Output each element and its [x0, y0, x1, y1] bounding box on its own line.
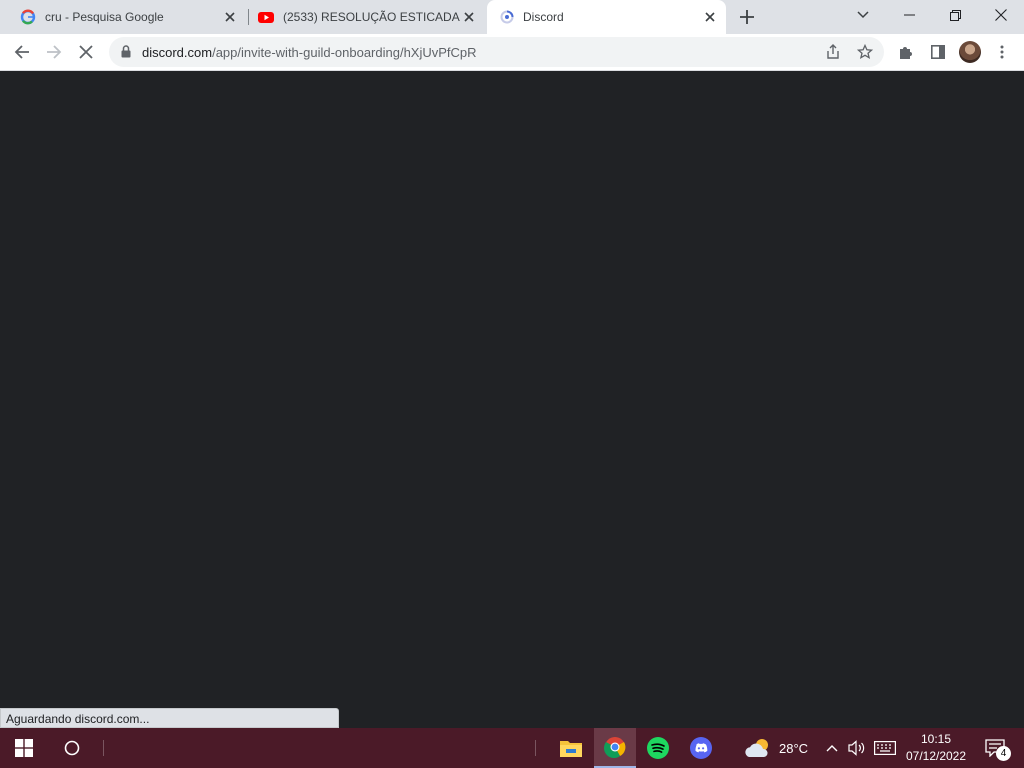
file-explorer-icon [560, 739, 582, 757]
tab-title: cru - Pesquisa Google [45, 10, 164, 24]
show-hidden-icons-button[interactable] [822, 728, 842, 768]
avatar [959, 41, 981, 63]
clock-date: 07/12/2022 [905, 749, 967, 763]
restore-button[interactable] [932, 0, 978, 30]
share-icon[interactable] [825, 44, 841, 60]
taskbar-divider [535, 740, 536, 756]
touch-keyboard-button[interactable] [872, 728, 898, 768]
spotify-icon [647, 737, 669, 759]
kebab-menu-icon [1000, 45, 1004, 59]
browser-toolbar: discord.com/app/invite-with-guild-onboar… [0, 34, 1024, 71]
start-button[interactable] [0, 728, 48, 768]
forward-button[interactable] [39, 37, 69, 67]
windows-logo-icon [15, 739, 33, 757]
discord-loading-icon [500, 10, 514, 24]
tab-search-button[interactable] [840, 0, 886, 30]
weather-widget[interactable]: 28°C [744, 728, 814, 768]
bookmark-star-icon[interactable] [857, 44, 873, 60]
tab-title: Discord [523, 10, 564, 24]
puzzle-icon [898, 44, 914, 60]
close-window-button[interactable] [978, 0, 1024, 30]
stop-icon [79, 45, 93, 59]
url-domain: discord.com [142, 45, 213, 60]
cortana-button[interactable] [48, 728, 96, 768]
clock-time: 10:15 [920, 732, 952, 746]
chevron-up-icon [826, 744, 838, 752]
taskbar-discord[interactable] [680, 728, 722, 768]
new-tab-button[interactable] [737, 7, 757, 27]
browser-menu-button[interactable] [987, 37, 1017, 67]
close-tab-icon[interactable] [461, 9, 477, 25]
chrome-icon [604, 736, 626, 758]
extensions-button[interactable] [891, 37, 921, 67]
partly-cloudy-icon [744, 737, 772, 759]
chevron-down-icon [857, 11, 869, 19]
side-panel-icon [931, 45, 945, 59]
tab-google-search[interactable]: cru - Pesquisa Google [10, 0, 246, 34]
taskbar-file-explorer[interactable] [550, 728, 592, 768]
tab-youtube[interactable]: (2533) RESOLUÇÃO ESTICADA | N [249, 0, 485, 34]
back-button[interactable] [7, 37, 37, 67]
tab-discord[interactable]: Discord [487, 0, 726, 34]
close-tab-icon[interactable] [702, 9, 718, 25]
notification-icon: 4 [985, 739, 1011, 761]
page-content [0, 71, 1024, 728]
google-icon [20, 9, 36, 25]
weather-temperature: 28°C [779, 740, 809, 756]
windows-taskbar: 28°C 10:15 07/12/2022 4 [0, 728, 1024, 768]
discord-icon [690, 737, 712, 759]
close-tab-icon[interactable] [222, 9, 238, 25]
cortana-circle-icon [64, 740, 80, 756]
tab-title: (2533) RESOLUÇÃO ESTICADA | N [283, 10, 461, 24]
youtube-icon [258, 9, 274, 25]
keyboard-icon [874, 741, 896, 755]
profile-button[interactable] [955, 37, 985, 67]
notification-count-badge: 4 [996, 746, 1011, 761]
address-bar[interactable]: discord.com/app/invite-with-guild-onboar… [109, 37, 884, 67]
url-path: /app/invite-with-guild-onboarding/hXjUvP… [212, 45, 477, 60]
taskbar-spotify[interactable] [637, 728, 679, 768]
taskbar-divider [103, 740, 104, 756]
speaker-icon [848, 740, 866, 756]
system-clock[interactable]: 10:15 07/12/2022 [900, 728, 972, 768]
tab-strip: cru - Pesquisa Google (2533) RESOLUÇÃO E… [0, 0, 1024, 34]
side-panel-button[interactable] [923, 37, 953, 67]
stop-loading-button[interactable] [71, 37, 101, 67]
url-text[interactable]: discord.com/app/invite-with-guild-onboar… [142, 45, 477, 60]
action-center-button[interactable]: 4 [978, 728, 1012, 768]
taskbar-chrome[interactable] [594, 728, 636, 768]
lock-icon[interactable] [121, 45, 131, 58]
volume-button[interactable] [845, 728, 869, 768]
minimize-button[interactable] [886, 0, 932, 30]
loading-status-bubble: Aguardando discord.com... [0, 708, 339, 728]
